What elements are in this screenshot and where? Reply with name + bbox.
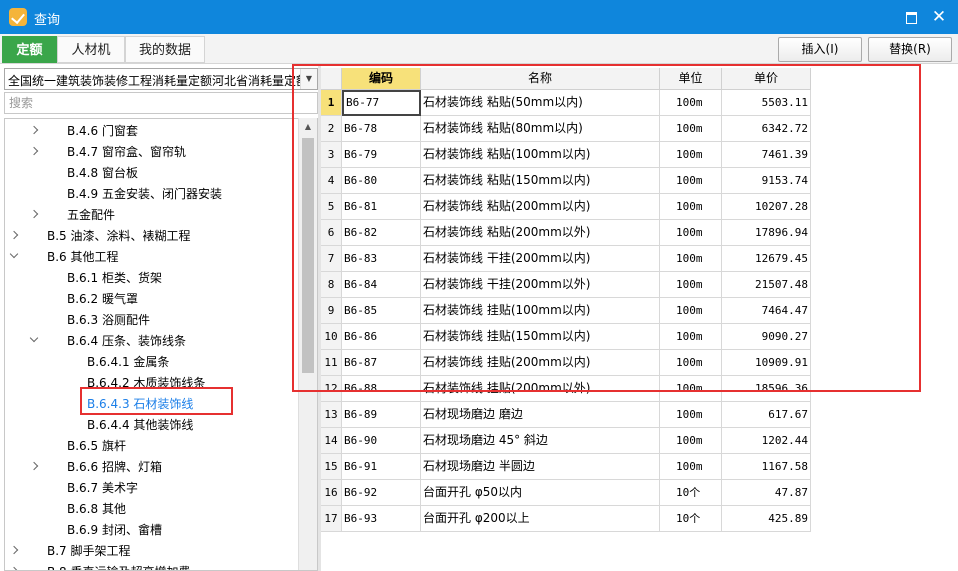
tree-item-label: B.4.6 门窗套	[67, 124, 138, 138]
tree-item-label: B.6 其他工程	[47, 250, 119, 264]
tree-item-label: B.6.3 浴厕配件	[67, 313, 150, 327]
cell-unit: 100m	[660, 402, 722, 428]
title-bar: 查询 ✕	[0, 0, 958, 34]
tree-item[interactable]: B.5 油漆、涂料、裱糊工程	[5, 226, 298, 246]
cell-name: 石材现场磨边 45° 斜边	[421, 428, 660, 454]
cell-unit: 100m	[660, 454, 722, 480]
tree-item[interactable]: B.6.8 其他	[5, 499, 298, 519]
tabs-bar: 定额 人材机 我的数据 插入(I) 替换(R)	[0, 34, 958, 64]
tree-item[interactable]: B.6.3 浴厕配件	[5, 310, 298, 330]
tree-item-label: B.4.7 窗帘盒、窗帘轨	[67, 145, 186, 159]
cell-unit: 10个	[660, 506, 722, 532]
tree-item-label: B.6.1 柜类、货架	[67, 271, 162, 285]
tab-quota[interactable]: 定额	[2, 36, 57, 63]
cell-code: B6-93	[342, 506, 421, 532]
maximize-icon[interactable]	[902, 8, 920, 26]
tree-item[interactable]: B.6.9 封闭、畲槽	[5, 520, 298, 540]
cell-price: 1167.58	[722, 454, 811, 480]
library-select[interactable]: 全国统一建筑装饰装修工程消耗量定额河北省消耗量定额 ▼	[4, 68, 318, 90]
table-row[interactable]: 16 B6-92 台面开孔 φ50以内 10个 47.87	[321, 480, 811, 506]
tree-item[interactable]: B.6.7 美术字	[5, 478, 298, 498]
cell-name: 石材现场磨边 半圆边	[421, 454, 660, 480]
app-icon	[9, 8, 27, 26]
table-row[interactable]: 13 B6-89 石材现场磨边 磨边 100m 617.67	[321, 402, 811, 428]
tree-item[interactable]: B.4.9 五金安装、闭门器安装	[5, 184, 298, 204]
chevron-down-icon[interactable]	[29, 331, 41, 351]
cell-name: 石材现场磨边 磨边	[421, 402, 660, 428]
tree-item[interactable]: B.7 脚手架工程	[5, 541, 298, 561]
tree-item-label: B.6.7 美术字	[67, 481, 138, 495]
close-icon[interactable]: ✕	[930, 8, 948, 26]
cell-price: 1202.44	[722, 428, 811, 454]
tree-item-label: B.5 油漆、涂料、裱糊工程	[47, 229, 191, 243]
window-title: 查询	[34, 13, 61, 28]
tree-item[interactable]: B.6.5 旗杆	[5, 436, 298, 456]
cell-price: 425.89	[722, 506, 811, 532]
tree-item-label: B.6.5 旗杆	[67, 439, 126, 453]
tree-item-label: B.8 垂直运输及超高增加费	[47, 562, 191, 570]
results-highlight	[292, 64, 921, 392]
tab-materials[interactable]: 人材机	[57, 36, 125, 63]
tree-item-label: B.4.9 五金安装、闭门器安装	[67, 187, 222, 201]
row-index: 14	[321, 428, 342, 454]
chevron-down-icon[interactable]	[9, 247, 21, 267]
left-panel: 全国统一建筑装饰装修工程消耗量定额河北省消耗量定额 ▼ B.4.6 门窗套B.4…	[0, 64, 321, 571]
insert-button[interactable]: 插入(I)	[778, 37, 862, 62]
cell-code: B6-89	[342, 402, 421, 428]
tree-item[interactable]: B.6 其他工程	[5, 247, 298, 267]
cell-code: B6-91	[342, 454, 421, 480]
tree-item[interactable]: B.6.4.4 其他装饰线	[5, 415, 298, 435]
cell-unit: 10个	[660, 480, 722, 506]
tree-item-label: B.6.8 其他	[67, 502, 126, 516]
search-input[interactable]	[4, 92, 318, 114]
chevron-right-icon[interactable]	[29, 121, 41, 141]
table-row[interactable]: 14 B6-90 石材现场磨边 45° 斜边 100m 1202.44	[321, 428, 811, 454]
library-select-value: 全国统一建筑装饰装修工程消耗量定额河北省消耗量定额	[8, 74, 300, 88]
tree-item[interactable]: B.6.4.1 金属条	[5, 352, 298, 372]
tree-item[interactable]: B.6.4 压条、装饰线条	[5, 331, 298, 351]
tab-my-data[interactable]: 我的数据	[125, 36, 205, 63]
tree-item-label: B.6.2 暖气罩	[67, 292, 138, 306]
cell-name: 台面开孔 φ50以内	[421, 480, 660, 506]
tree-item-label: B.6.4 压条、装饰线条	[67, 334, 186, 348]
tree-item-label: 五金配件	[67, 208, 116, 222]
chevron-right-icon[interactable]	[29, 142, 41, 162]
tree-item[interactable]: B.6.2 暖气罩	[5, 289, 298, 309]
chevron-right-icon[interactable]	[9, 562, 21, 570]
row-index: 16	[321, 480, 342, 506]
tree-item-label: B.4.8 窗台板	[67, 166, 138, 180]
tree-item[interactable]: B.6.1 柜类、货架	[5, 268, 298, 288]
tree-item-label: B.6.4.1 金属条	[87, 355, 170, 369]
tree-item[interactable]: B.4.6 门窗套	[5, 121, 298, 141]
tree-item-label: B.6.6 招牌、灯箱	[67, 460, 162, 474]
chevron-right-icon[interactable]	[9, 541, 21, 561]
cell-code: B6-92	[342, 480, 421, 506]
row-index: 15	[321, 454, 342, 480]
tree-item[interactable]: B.4.7 窗帘盒、窗帘轨	[5, 142, 298, 162]
cell-name: 台面开孔 φ200以上	[421, 506, 660, 532]
selection-highlight	[80, 387, 233, 415]
cell-unit: 100m	[660, 428, 722, 454]
tree-item-label: B.6.4.4 其他装饰线	[87, 418, 194, 432]
replace-button[interactable]: 替换(R)	[868, 37, 952, 62]
table-row[interactable]: 15 B6-91 石材现场磨边 半圆边 100m 1167.58	[321, 454, 811, 480]
row-index: 13	[321, 402, 342, 428]
table-row[interactable]: 17 B6-93 台面开孔 φ200以上 10个 425.89	[321, 506, 811, 532]
cell-price: 617.67	[722, 402, 811, 428]
tree-item[interactable]: B.8 垂直运输及超高增加费	[5, 562, 298, 570]
category-tree: B.4.6 门窗套 B.4.7 窗帘盒、窗帘轨 B.4.8 窗台板 B.4.9 五金安…	[4, 118, 318, 571]
row-index: 17	[321, 506, 342, 532]
tree-item-label: B.6.9 封闭、畲槽	[67, 523, 162, 537]
tree-item[interactable]: B.4.8 窗台板	[5, 163, 298, 183]
chevron-right-icon[interactable]	[29, 205, 41, 225]
tree-item-label: B.7 脚手架工程	[47, 544, 131, 558]
cell-price: 47.87	[722, 480, 811, 506]
chevron-right-icon[interactable]	[29, 457, 41, 477]
cell-code: B6-90	[342, 428, 421, 454]
tree-item[interactable]: B.6.6 招牌、灯箱	[5, 457, 298, 477]
chevron-right-icon[interactable]	[9, 226, 21, 246]
tree-item[interactable]: 五金配件	[5, 205, 298, 225]
